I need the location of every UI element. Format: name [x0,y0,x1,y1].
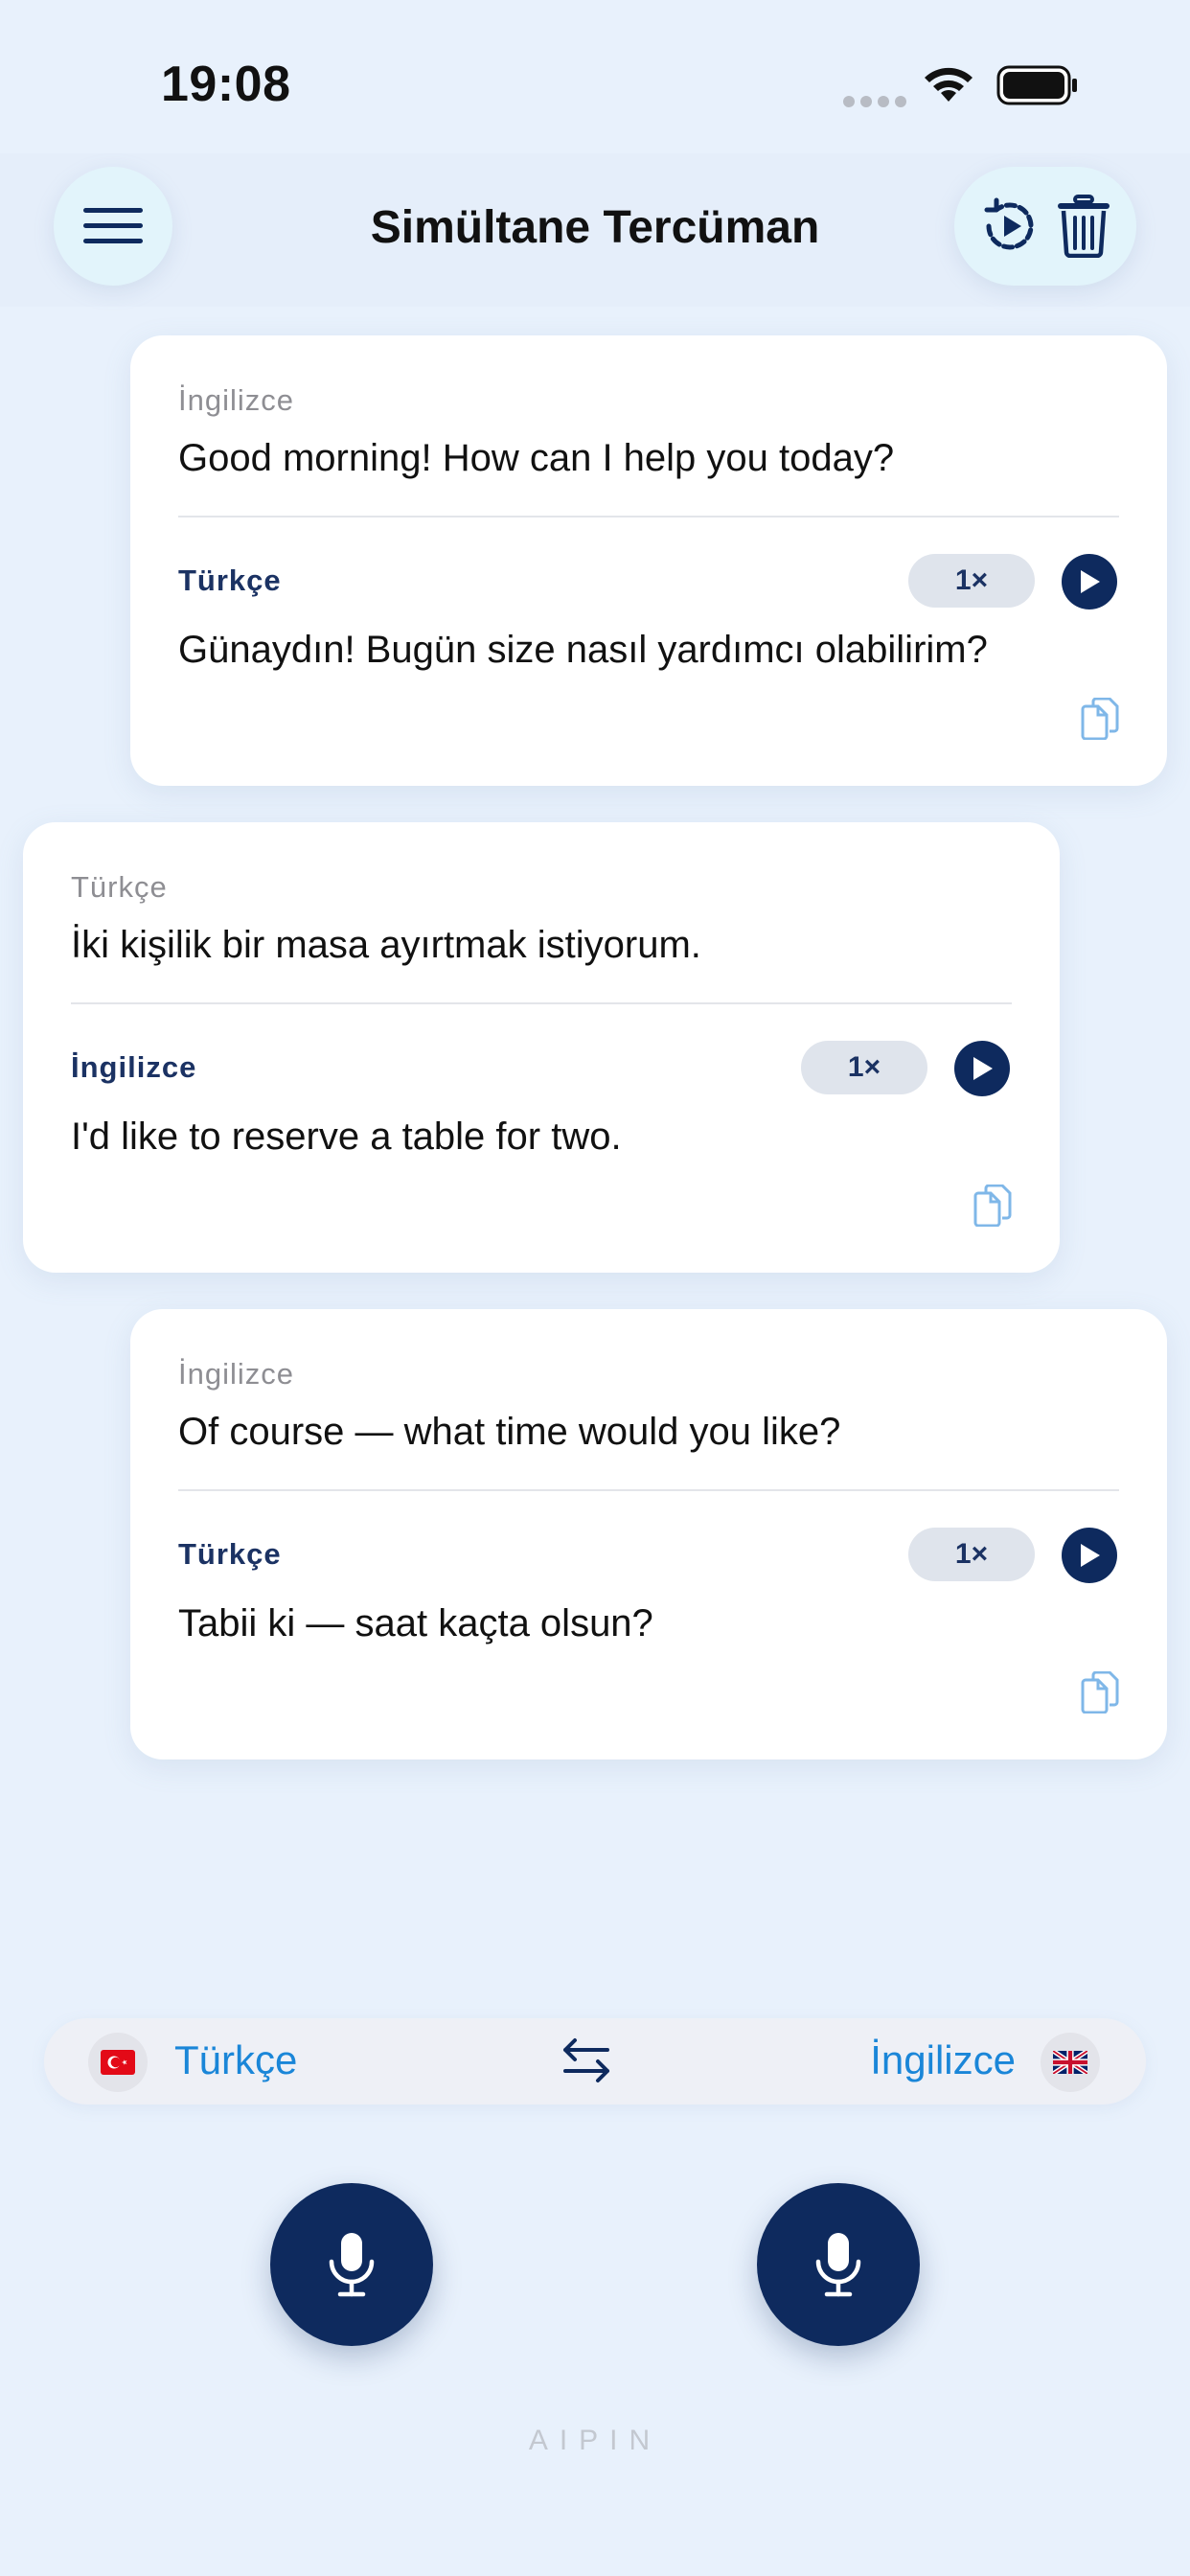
microphone-button-right[interactable] [757,2183,920,2346]
header-actions [954,167,1136,286]
divider [71,1002,1012,1004]
source-language-label: İngilizce [178,383,294,417]
play-icon [973,1057,993,1080]
replay-icon [984,197,1034,250]
microphone-button-left[interactable] [270,2183,433,2346]
translation-card: İngilizce Good morning! How can I help y… [130,335,1167,786]
source-language-button[interactable]: Türkçe [174,2037,297,2083]
copy-button[interactable] [1081,1670,1119,1718]
microphone-icon [329,2233,375,2297]
turkey-flag-icon[interactable] [88,2033,148,2092]
translated-text: Günaydın! Bugün size nasıl yardımcı olab… [178,629,988,671]
play-button[interactable] [1062,554,1117,610]
trash-icon [1058,195,1110,258]
playback-speed-button[interactable]: 1× [908,1528,1035,1581]
swap-languages-button[interactable] [560,2032,613,2094]
microphone-icon [815,2233,861,2297]
replay-button[interactable] [979,196,1041,257]
wifi-icon [925,67,973,102]
copy-icon [973,1184,1012,1228]
target-language-label: Türkçe [178,1537,282,1571]
language-selector-bar: Türkçe İngilizce [44,2018,1146,2104]
swap-arrows-icon [563,2038,609,2082]
play-button[interactable] [1062,1528,1117,1583]
target-language-label: Türkçe [178,564,282,597]
cellular-signal-icon [843,96,906,107]
copy-icon [1081,1670,1119,1714]
brand-footer: AIPIN [528,2425,662,2456]
status-time: 19:08 [161,57,291,112]
translation-card: Türkçe İki kişilik bir masa ayırtmak ist… [23,822,1060,1273]
playback-speed-button[interactable]: 1× [908,554,1035,608]
translated-text: Tabii ki — saat kaçta olsun? [178,1602,653,1644]
copy-button[interactable] [1081,697,1119,745]
play-icon [1081,570,1100,593]
target-language-button[interactable]: İngilizce [870,2037,1016,2083]
uk-flag-icon[interactable] [1041,2033,1100,2092]
divider [178,516,1119,518]
source-language-label: İngilizce [178,1357,294,1391]
play-icon [1081,1544,1100,1567]
nav-header: Simültane Tercüman [0,153,1190,307]
source-text: İki kişilik bir masa ayırtmak istiyorum. [71,924,701,966]
source-language-label: Türkçe [71,870,168,904]
copy-button[interactable] [973,1184,1012,1231]
battery-icon [996,65,1077,105]
target-language-label: İngilizce [71,1050,197,1084]
delete-button[interactable] [1056,195,1111,258]
playback-speed-button[interactable]: 1× [801,1041,927,1094]
source-text: Good morning! How can I help you today? [178,437,895,479]
divider [178,1489,1119,1491]
translation-card: İngilizce Of course — what time would yo… [130,1309,1167,1760]
translated-text: I'd like to reserve a table for two. [71,1116,622,1158]
app-screen: 19:08 Simültane Tercüman İngilizce Good … [0,0,1190,2576]
play-button[interactable] [954,1041,1010,1096]
source-text: Of course — what time would you like? [178,1411,841,1453]
copy-icon [1081,697,1119,741]
